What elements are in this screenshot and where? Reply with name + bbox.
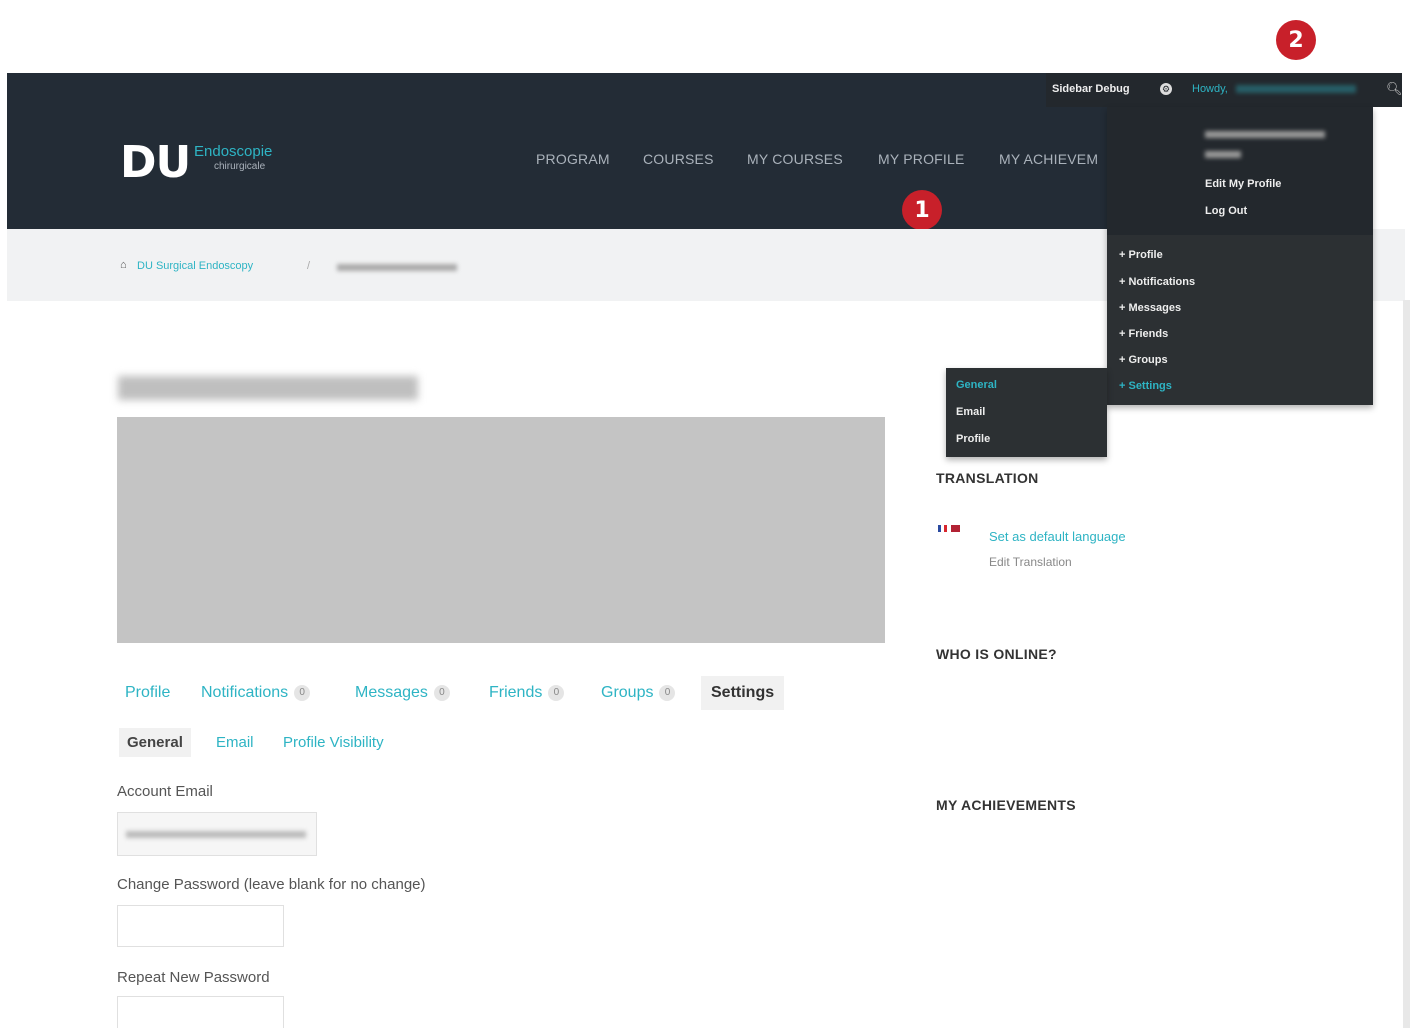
english-flag-icon[interactable]	[951, 525, 960, 532]
french-flag-icon[interactable]	[938, 525, 947, 532]
account-email-input[interactable]	[117, 812, 317, 856]
submenu-general[interactable]: General	[956, 379, 997, 391]
nav-my-achievements[interactable]: MY ACHIEVEM	[999, 151, 1098, 167]
nav-courses[interactable]: COURSES	[643, 151, 714, 167]
menu-item-friends[interactable]: + Friends	[1119, 328, 1168, 340]
nav-my-profile[interactable]: MY PROFILE	[878, 151, 965, 167]
blurred-username	[1236, 85, 1356, 93]
user-dropdown-top: Edit My Profile Log Out	[1107, 107, 1373, 235]
log-out-link[interactable]: Log Out	[1205, 205, 1247, 217]
menu-item-groups[interactable]: + Groups	[1119, 354, 1168, 366]
blurred-email-value	[126, 831, 306, 838]
magnifier-icon[interactable]: 🔍︎	[1386, 81, 1403, 97]
logo-du[interactable]: DU	[120, 137, 191, 188]
tab-settings[interactable]: Settings	[701, 676, 785, 710]
logo-endoscopie: Endoscopie	[194, 143, 273, 160]
tab-notifications[interactable]: Notifications 0	[201, 684, 311, 702]
tab-groups-label: Groups	[601, 684, 654, 701]
annotation-badge-1: 1	[902, 190, 942, 230]
tab-messages[interactable]: Messages 0	[355, 684, 450, 702]
tab-notifications-label: Notifications	[201, 684, 289, 701]
user-dropdown-menu: Edit My Profile Log Out + Profile + Noti…	[1107, 107, 1373, 405]
friends-count-badge: 0	[548, 684, 565, 701]
edit-translation-link[interactable]: Edit Translation	[989, 555, 1072, 569]
nav-program[interactable]: PROGRAM	[536, 151, 610, 167]
logo-chirurgicale: chirurgicale	[214, 161, 266, 172]
breadcrumb-current-blurred	[337, 264, 457, 271]
repeat-password-input[interactable]	[117, 996, 284, 1028]
menu-item-messages[interactable]: + Messages	[1119, 302, 1181, 314]
messages-count-badge: 0	[433, 684, 450, 701]
page-scrollbar[interactable]	[1403, 300, 1410, 1028]
subtab-general[interactable]: General	[119, 728, 191, 757]
tab-messages-label: Messages	[355, 684, 428, 701]
howdy-user-link[interactable]: Howdy,	[1192, 83, 1228, 95]
repeat-password-label: Repeat New Password	[117, 969, 270, 986]
profile-cover-image	[117, 417, 885, 643]
subtab-email[interactable]: Email	[216, 734, 254, 751]
menu-item-settings[interactable]: + Settings	[1119, 380, 1172, 392]
menu-item-notifications[interactable]: + Notifications	[1119, 276, 1195, 288]
profile-name-blurred	[118, 376, 418, 400]
tab-profile[interactable]: Profile	[125, 684, 170, 702]
tab-friends[interactable]: Friends 0	[489, 684, 565, 702]
submenu-profile[interactable]: Profile	[956, 433, 990, 445]
groups-count-badge: 0	[659, 684, 676, 701]
sidebar-debug-button[interactable]: Sidebar Debug	[1052, 83, 1130, 95]
settings-submenu: General Email Profile	[946, 368, 1107, 457]
breadcrumb-link[interactable]: DU Surgical Endoscopy	[137, 260, 253, 272]
notifications-count-badge: 0	[294, 684, 311, 701]
change-password-input[interactable]	[117, 905, 284, 947]
subtab-profile-visibility[interactable]: Profile Visibility	[283, 734, 384, 751]
who-is-online-title: WHO IS ONLINE?	[936, 646, 1057, 662]
translation-widget-title: TRANSLATION	[936, 470, 1039, 486]
gear-icon[interactable]: ⚙	[1160, 83, 1172, 95]
admin-bar: Sidebar Debug ⚙ Howdy, 🔍︎	[1046, 73, 1403, 107]
account-email-label: Account Email	[117, 783, 213, 800]
change-password-label: Change Password (leave blank for no chan…	[117, 876, 426, 893]
annotation-badge-2: 2	[1276, 20, 1316, 60]
blurred-display-name	[1205, 131, 1325, 138]
breadcrumb-separator: /	[307, 260, 311, 272]
tab-groups[interactable]: Groups 0	[601, 684, 676, 702]
menu-item-profile[interactable]: + Profile	[1119, 249, 1163, 261]
my-achievements-title: MY ACHIEVEMENTS	[936, 797, 1076, 813]
edit-my-profile-link[interactable]: Edit My Profile	[1205, 178, 1281, 190]
nav-my-courses[interactable]: MY COURSES	[747, 151, 843, 167]
home-icon[interactable]: ⌂	[120, 259, 127, 271]
set-default-language-link[interactable]: Set as default language	[989, 529, 1126, 544]
site-header: DU Endoscopie chirurgicale PROGRAM COURS…	[7, 73, 1107, 229]
blurred-username-short	[1205, 151, 1241, 158]
submenu-email[interactable]: Email	[956, 406, 985, 418]
tab-friends-label: Friends	[489, 684, 543, 701]
